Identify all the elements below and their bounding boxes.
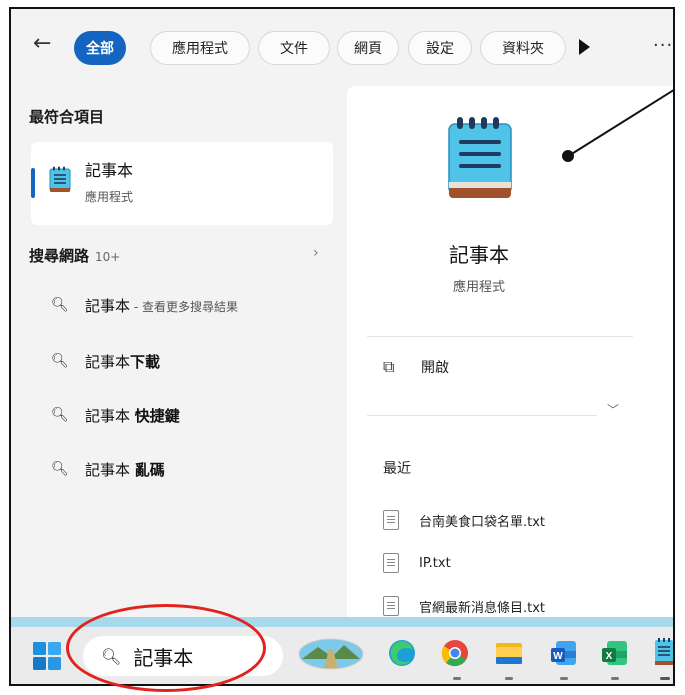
start-icon[interactable] (33, 642, 61, 674)
annotation-circle (66, 604, 266, 692)
search-icon: 🔍︎ (51, 407, 69, 423)
suggestion-bold: 下載 (130, 352, 161, 371)
suggestion-text: 記事本 (85, 460, 135, 479)
active-indicator (660, 677, 670, 680)
suggestion-bold: 快捷鍵 (134, 406, 180, 425)
suggestion-hint: - 查看更多搜尋結果 (130, 299, 238, 314)
recent-file[interactable]: IP.txt (383, 553, 451, 573)
open-action[interactable]: ⧉ 開啟 (383, 357, 449, 377)
recent-file-name: 台南美食口袋名單.txt (419, 514, 546, 530)
suggestion-item[interactable]: 🔍︎ 記事本 - 查看更多搜尋結果 (51, 291, 238, 319)
search-icon: 🔍︎ (51, 297, 69, 313)
file-icon (383, 596, 399, 616)
web-result-count: 10+ (95, 250, 121, 264)
suggestion-item[interactable]: 🔍︎ 記事本 快捷鍵 (51, 401, 180, 429)
running-indicator (560, 677, 568, 680)
running-indicator (453, 677, 461, 680)
word-icon[interactable]: W (550, 639, 578, 671)
suggestion-item[interactable]: 🔍︎ 記事本下載 (51, 347, 160, 375)
chevron-right-icon[interactable]: › (313, 245, 319, 261)
suggestion-text: 記事本 (85, 406, 135, 425)
annotation-arrow (562, 89, 673, 162)
recent-heading: 最近 (383, 461, 411, 477)
file-icon (383, 510, 399, 530)
suggestion-text: 記事本 (85, 296, 131, 315)
svg-text:X: X (606, 651, 613, 662)
open-label: 開啟 (421, 360, 449, 376)
preview-title: 記事本 (449, 243, 509, 267)
recent-file[interactable]: 台南美食口袋名單.txt (383, 510, 545, 530)
recent-file-name: IP.txt (419, 555, 451, 571)
running-indicator (505, 677, 513, 680)
divider (367, 336, 633, 337)
svg-text:W: W (553, 651, 563, 662)
recent-file[interactable]: 官網最新消息條目.txt (383, 596, 545, 616)
file-icon (383, 553, 399, 573)
chrome-icon[interactable] (440, 638, 470, 672)
search-icon: 🔍︎ (51, 353, 69, 369)
suggestion-item[interactable]: 🔍︎ 記事本 亂碼 (51, 455, 165, 483)
search-window: ← 全部 應用程式 文件 網頁 設定 資料夾 ··· 最符合項目 記事本 應用程… (9, 7, 675, 686)
file-explorer-icon[interactable] (495, 639, 523, 671)
search-icon: 🔍︎ (51, 461, 69, 477)
notepad-icon[interactable] (654, 637, 673, 671)
running-indicator (611, 677, 619, 680)
web-search-label: 搜尋網路 (29, 247, 90, 265)
open-external-icon: ⧉ (383, 357, 395, 376)
divider (367, 415, 597, 416)
chevron-down-icon[interactable]: ﹀ (607, 401, 619, 418)
suggestion-bold: 亂碼 (134, 460, 165, 479)
recent-file-name: 官網最新消息條目.txt (419, 600, 546, 616)
landscape-icon[interactable] (298, 637, 364, 675)
preview-subtitle: 應用程式 (452, 280, 505, 295)
suggestion-text: 記事本 (85, 352, 131, 371)
excel-icon[interactable]: X (601, 639, 629, 671)
web-search-heading[interactable]: 搜尋網路 10+ (29, 245, 120, 266)
edge-icon[interactable] (387, 638, 417, 672)
